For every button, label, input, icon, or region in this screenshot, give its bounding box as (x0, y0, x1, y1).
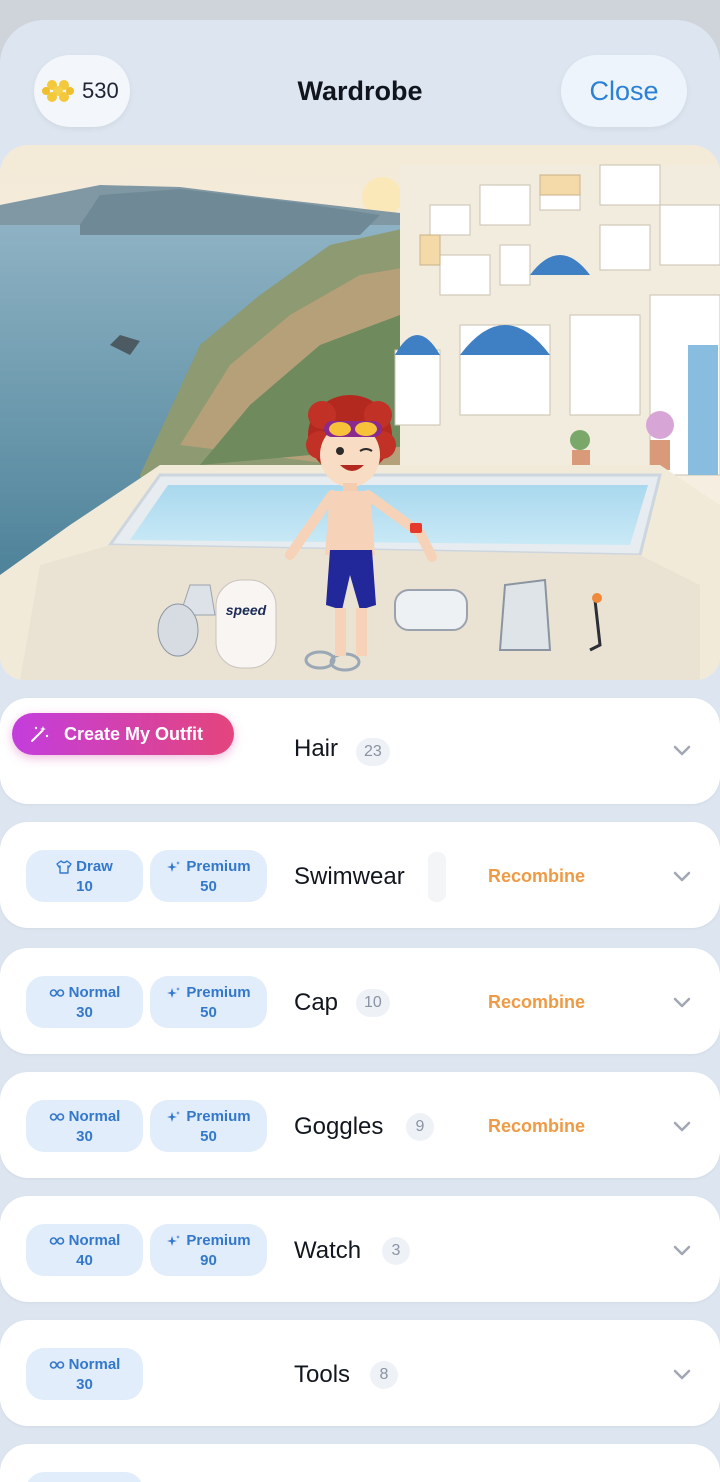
chip-cost: 50 (200, 1004, 217, 1021)
chip-label: Premium (186, 858, 251, 875)
chip-cost: 30 (76, 1128, 93, 1145)
sparkle-icon (167, 1234, 181, 1246)
category-row-partial[interactable] (0, 1444, 720, 1482)
item-count-badge: 10 (356, 989, 390, 1017)
chevron-down-icon[interactable] (670, 990, 694, 1014)
item-count-badge: 8 (370, 1361, 398, 1389)
character-scene: speed (0, 145, 720, 680)
category-name: Watch (294, 1237, 362, 1264)
category-name: Tools (294, 1361, 351, 1388)
chevron-down-icon[interactable] (670, 1238, 694, 1262)
chip-cost: 50 (200, 1128, 217, 1145)
category-name: Hair (294, 735, 339, 762)
magic-wand-icon (31, 726, 49, 742)
partial-chip (26, 1472, 143, 1482)
category-row-watch[interactable]: Normal 40 Premium 90 Watch 3 (0, 1196, 720, 1302)
normal-chip[interactable]: Normal 40 (26, 1224, 143, 1276)
sparkle-icon (167, 1110, 181, 1122)
chip-label: Normal (68, 984, 121, 1001)
normal-chip[interactable]: Normal 30 (26, 976, 143, 1028)
sparkle-icon (167, 986, 181, 998)
chip-label: Premium (186, 1108, 251, 1125)
chevron-down-icon[interactable] (670, 1362, 694, 1386)
normal-chip[interactable]: Normal 30 (26, 1100, 143, 1152)
shirt-icon (56, 859, 72, 874)
infinity-icon (49, 1112, 64, 1121)
chip-label: Normal (68, 1232, 121, 1249)
create-outfit-label: Create My Outfit (64, 723, 204, 744)
normal-chip[interactable]: Normal 30 (26, 1348, 143, 1400)
item-count-badge: 23 (356, 738, 390, 766)
recombine-button[interactable]: Recombine (488, 992, 585, 1013)
chip-cost: 30 (76, 1376, 93, 1393)
category-row-cap[interactable]: Normal 30 Premium 50 Cap 10 Recombine (0, 948, 720, 1054)
close-button[interactable]: Close (561, 55, 687, 127)
premium-chip[interactable]: Premium 90 (150, 1224, 267, 1276)
chip-cost: 90 (200, 1252, 217, 1269)
category-row-swimwear[interactable]: Draw 10 Premium 50 Swimwear Recombine (0, 822, 720, 928)
infinity-icon (49, 1360, 64, 1369)
premium-chip[interactable]: Premium 50 (150, 976, 267, 1028)
chip-label: Normal (68, 1108, 121, 1125)
infinity-icon (49, 1236, 64, 1245)
category-row-tools[interactable]: Normal 30 Tools 8 (0, 1320, 720, 1426)
chevron-down-icon[interactable] (670, 738, 694, 762)
sparkle-icon (167, 860, 181, 872)
chevron-down-icon[interactable] (670, 864, 694, 888)
item-count-badge: 3 (382, 1237, 410, 1265)
premium-chip[interactable]: Premium 50 (150, 850, 267, 902)
kickboard-label: speed (226, 602, 267, 618)
chip-label: Premium (186, 1232, 251, 1249)
premium-chip[interactable]: Premium 50 (150, 1100, 267, 1152)
category-name: Swimwear (294, 863, 405, 890)
chip-cost: 40 (76, 1252, 93, 1269)
header: 530 Wardrobe Close (0, 20, 720, 145)
chip-cost: 30 (76, 1004, 93, 1021)
chip-label: Premium (186, 984, 251, 1001)
item-count-badge: 9 (406, 1113, 434, 1141)
draw-chip[interactable]: Draw 10 (26, 850, 143, 902)
chip-cost: 10 (76, 878, 93, 895)
infinity-icon (49, 988, 64, 997)
chip-label: Draw (76, 858, 113, 875)
category-name: Cap (294, 989, 339, 1016)
chip-cost: 50 (200, 878, 217, 895)
category-row-hair[interactable]: Create My Outfit Hair 23 (0, 698, 720, 804)
wardrobe-sheet: 530 Wardrobe Close speed Create My Outfi… (0, 20, 720, 1482)
recombine-button[interactable]: Recombine (488, 1116, 585, 1137)
empty-count-badge (428, 852, 446, 902)
create-outfit-button[interactable]: Create My Outfit (12, 713, 234, 755)
scene-illustration: speed (0, 145, 720, 680)
category-row-goggles[interactable]: Normal 30 Premium 50 Goggles 9 Recombine (0, 1072, 720, 1178)
chip-label: Normal (68, 1356, 121, 1373)
category-name: Goggles (294, 1113, 384, 1140)
recombine-button[interactable]: Recombine (488, 866, 585, 887)
chevron-down-icon[interactable] (670, 1114, 694, 1138)
